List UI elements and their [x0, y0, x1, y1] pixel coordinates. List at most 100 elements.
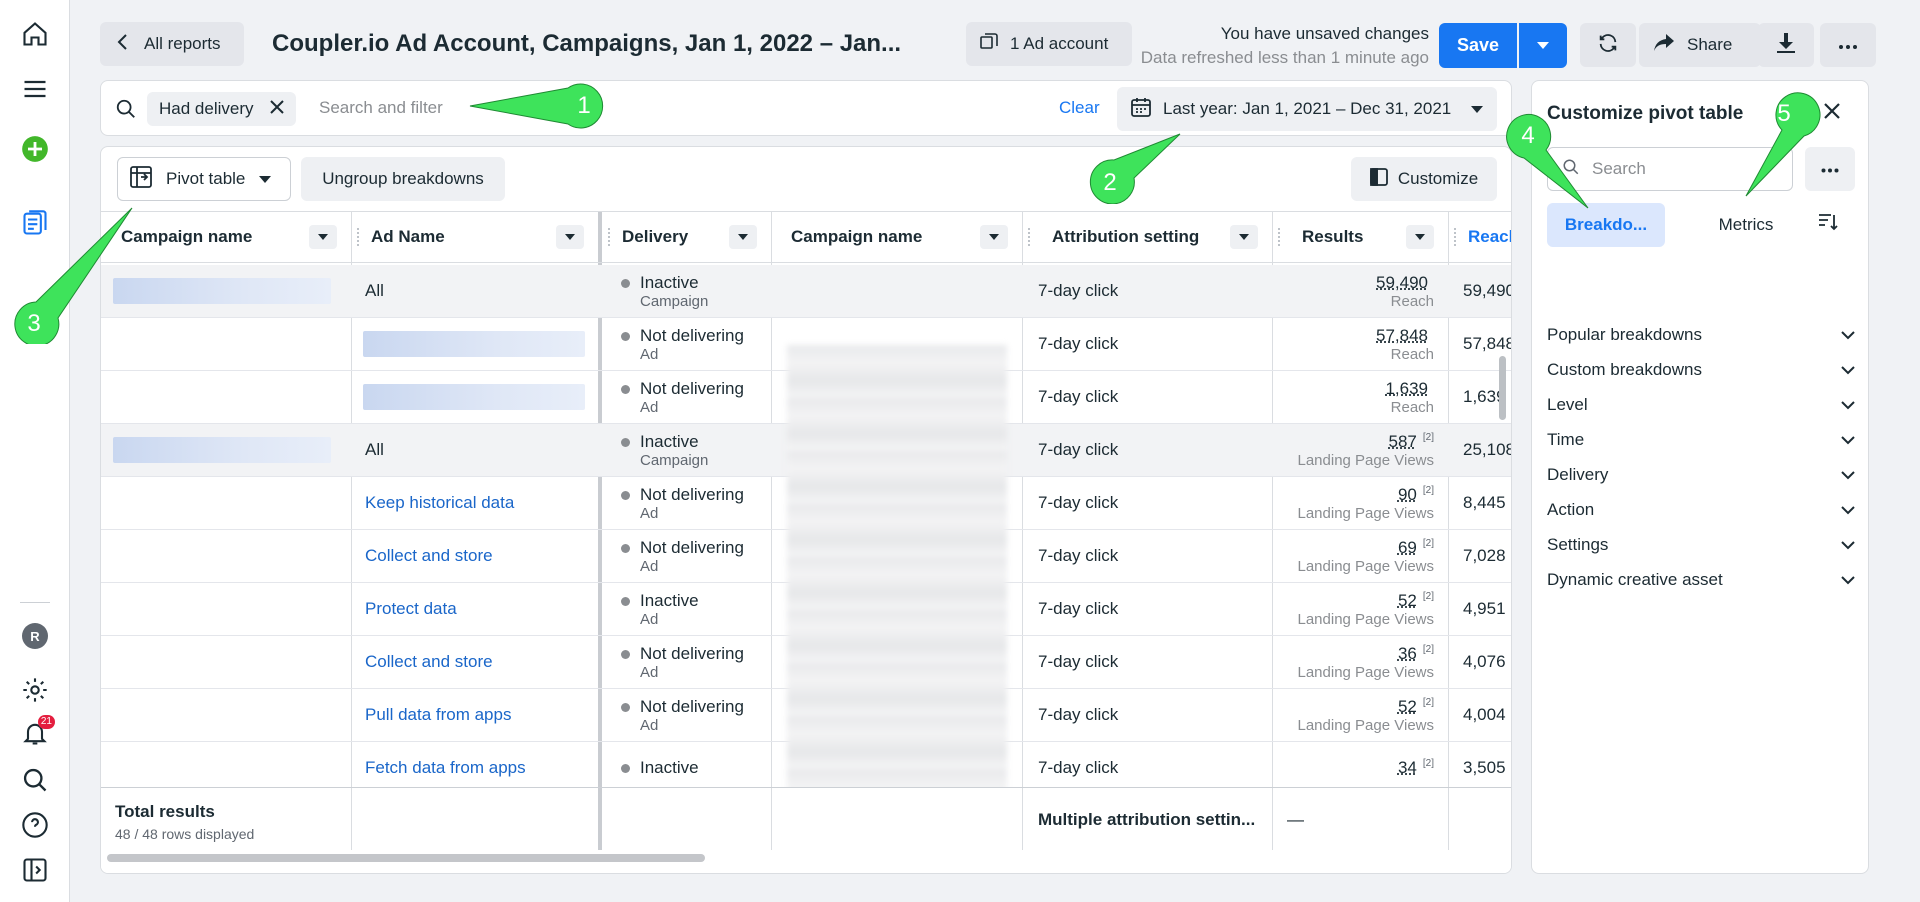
refresh-button[interactable] [1580, 23, 1636, 67]
home-icon[interactable] [17, 16, 53, 52]
ad-name-cell[interactable] [363, 371, 591, 423]
campaign-name-cell[interactable] [113, 265, 335, 317]
drag-handle-icon[interactable] [1278, 228, 1282, 246]
drag-handle-icon[interactable] [1028, 228, 1032, 246]
menu-icon[interactable] [17, 71, 53, 107]
results-cell: 69 [2] Landing Page Views [1272, 530, 1435, 582]
avatar[interactable]: R [17, 618, 53, 654]
result-value: 69 [1397, 537, 1417, 557]
notifications-bell-icon[interactable]: 21 [17, 715, 55, 751]
notification-count-badge: 21 [37, 715, 55, 729]
share-button[interactable]: Share [1639, 23, 1761, 67]
search-filter-bar: Had delivery Search and filter Clear Las… [100, 80, 1512, 136]
avatar-initial: R [22, 623, 48, 649]
delivery-level: Ad [640, 557, 659, 575]
create-plus-icon[interactable] [17, 131, 53, 167]
breakdown-section-custom-breakdowns[interactable]: Custom breakdowns [1547, 352, 1855, 387]
column-menu-button[interactable] [309, 225, 337, 249]
column-menu-button[interactable] [1406, 225, 1434, 249]
help-icon[interactable] [17, 807, 53, 843]
sidebar-toggle-icon[interactable] [17, 852, 53, 888]
column-header-attribution-setting[interactable]: Attribution setting [1022, 212, 1272, 262]
panel-layout-icon [1369, 167, 1388, 191]
ad-account-button[interactable]: 1 Ad account [966, 22, 1132, 66]
ad-name-cell[interactable] [363, 318, 591, 370]
breakdown-section-action[interactable]: Action [1547, 492, 1855, 527]
attribution-cell: 7-day click [1038, 652, 1119, 671]
callout-5: 5 [1745, 92, 1821, 197]
result-footnote[interactable]: [2] [1423, 644, 1434, 655]
column-header-delivery[interactable]: Delivery [602, 212, 771, 262]
search-icon[interactable] [17, 762, 53, 798]
ad-name-cell[interactable]: Protect data [365, 583, 595, 635]
column-menu-button[interactable] [556, 225, 584, 249]
status-dot-icon [621, 596, 630, 606]
all-reports-button[interactable]: All reports [100, 22, 244, 66]
ellipsis-icon [1821, 160, 1839, 178]
breakdown-section-level[interactable]: Level [1547, 387, 1855, 422]
filter-chip-had-delivery[interactable]: Had delivery [147, 92, 296, 126]
delivery-level: Campaign [640, 451, 709, 469]
caret-down-icon [259, 169, 272, 189]
delivery-status: Not delivering [640, 325, 744, 345]
column-menu-button[interactable] [729, 225, 757, 249]
table-row[interactable]: All Inactive Campaign 7-day click 59,490 Reac… [101, 265, 1511, 318]
download-button[interactable] [1758, 23, 1814, 67]
tab-metrics[interactable]: Metrics [1687, 203, 1805, 247]
breakdown-section-popular-breakdowns[interactable]: Popular breakdowns [1547, 317, 1855, 352]
result-footnote[interactable]: [2] [1423, 485, 1434, 496]
sort-order-icon[interactable] [1817, 211, 1839, 238]
breakdown-section-dynamic-creative-asset[interactable]: Dynamic creative asset [1547, 562, 1855, 597]
search-input[interactable]: Search and filter [319, 98, 443, 118]
save-button[interactable]: Save [1439, 23, 1517, 68]
close-icon[interactable] [1822, 101, 1842, 126]
column-menu-button[interactable] [980, 225, 1008, 249]
result-footnote[interactable]: [2] [1423, 758, 1434, 769]
ad-name-cell[interactable]: Pull data from apps [365, 689, 595, 741]
more-options-button[interactable] [1820, 23, 1876, 67]
column-header-campaign-name-2[interactable]: Campaign name [771, 212, 1022, 262]
drag-handle-icon[interactable] [357, 228, 361, 246]
report-title[interactable]: Coupler.io Ad Account, Campaigns, Jan 1,… [272, 30, 901, 58]
column-header-campaign-name[interactable]: Campaign name [101, 212, 351, 262]
column-header-results[interactable]: Results [1272, 212, 1448, 262]
ungroup-breakdowns-button[interactable]: Ungroup breakdowns [301, 157, 505, 201]
status-dot-icon [621, 764, 630, 773]
ad-name-cell[interactable]: Collect and store [365, 530, 595, 582]
result-footnote[interactable]: [2] [1423, 538, 1434, 549]
side-search-placeholder: Search [1592, 159, 1646, 178]
result-footnote[interactable]: [2] [1423, 697, 1434, 708]
ad-name-cell[interactable]: Keep historical data [365, 477, 595, 529]
date-range-picker[interactable]: Last year: Jan 1, 2021 – Dec 31, 2021 [1117, 87, 1497, 131]
result-unit: Landing Page Views [1297, 716, 1435, 734]
ad-name-cell[interactable]: Collect and store [365, 636, 595, 688]
drag-handle-icon[interactable] [608, 228, 612, 246]
customize-button[interactable]: Customize [1351, 157, 1497, 201]
chevron-down-icon [1841, 430, 1855, 450]
horizontal-scrollbar[interactable] [107, 854, 705, 862]
clear-filters-link[interactable]: Clear [1059, 98, 1100, 118]
share-label: Share [1687, 35, 1733, 54]
breakdown-section-settings[interactable]: Settings [1547, 527, 1855, 562]
breakdown-section-time[interactable]: Time [1547, 422, 1855, 457]
section-label: Settings [1547, 534, 1609, 554]
drag-handle-icon[interactable] [1454, 228, 1458, 246]
column-header-ad-name[interactable]: Ad Name [351, 212, 598, 262]
column-header-reach[interactable]: Reach [1448, 212, 1511, 262]
reach-cell: 4,004 [1463, 705, 1506, 724]
result-footnote[interactable]: [2] [1423, 432, 1434, 443]
results-cell: 1,639 Reach [1272, 371, 1434, 423]
campaign-name-cell[interactable] [113, 424, 335, 476]
callout-3: 3 [14, 207, 133, 344]
settings-gear-icon[interactable] [17, 672, 53, 708]
vertical-scrollbar[interactable] [1499, 356, 1506, 420]
ellipsis-icon [1838, 35, 1858, 55]
total-attribution-setting: Multiple attribution settin... [1038, 810, 1256, 829]
close-icon[interactable] [269, 99, 284, 119]
column-menu-button[interactable] [1230, 225, 1258, 249]
section-label: Dynamic creative asset [1547, 569, 1723, 589]
breakdown-section-delivery[interactable]: Delivery [1547, 457, 1855, 492]
result-footnote[interactable]: [2] [1423, 591, 1434, 602]
save-options-dropdown[interactable] [1519, 23, 1567, 68]
pivot-table-view-selector[interactable]: Pivot table [117, 157, 291, 201]
